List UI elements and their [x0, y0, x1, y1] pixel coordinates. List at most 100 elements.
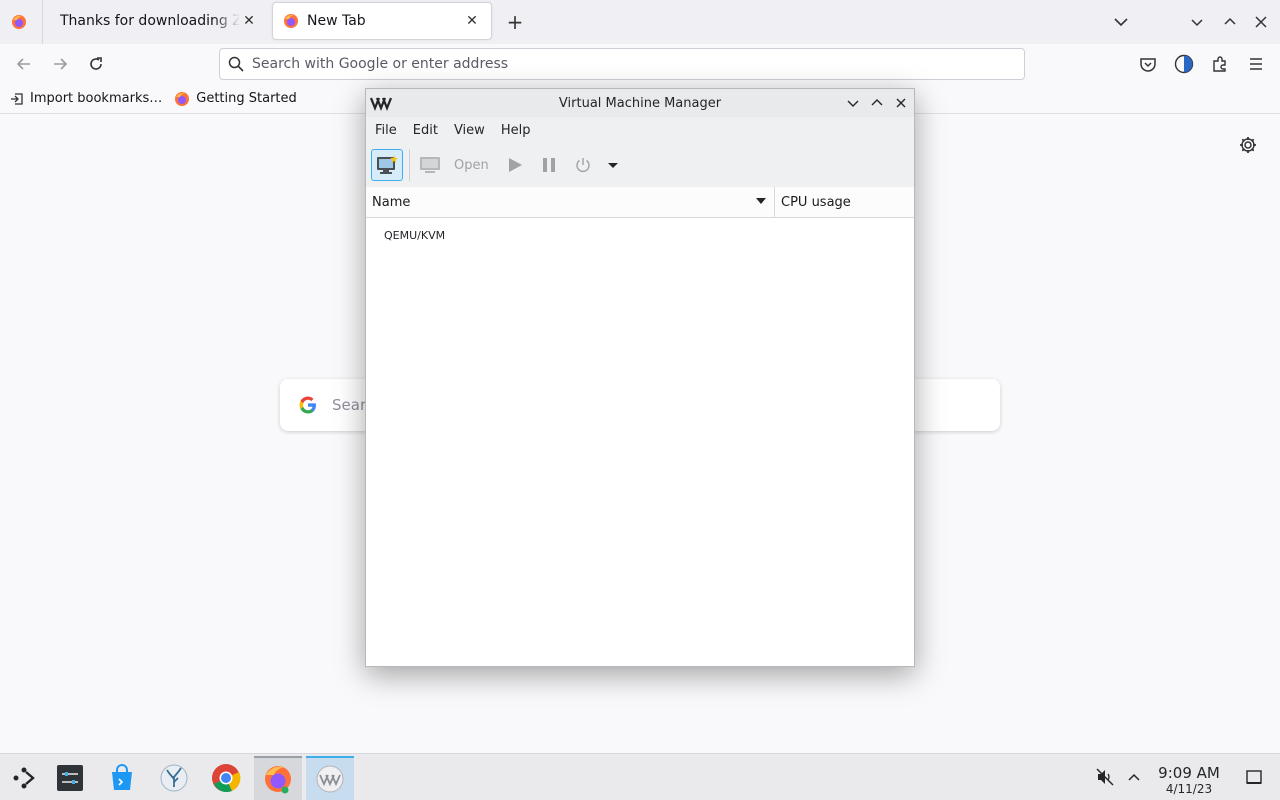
taskbar-chrome[interactable] — [202, 756, 250, 800]
chevron-down-icon — [1191, 19, 1203, 27]
vmm-app-icon — [316, 765, 344, 793]
close-icon — [896, 98, 906, 108]
taskbar-app-coral[interactable] — [150, 756, 198, 800]
vmm-toolbar: Open — [366, 143, 914, 187]
customize-button[interactable] — [1238, 135, 1260, 157]
new-vm-icon — [377, 155, 398, 174]
pause-vm-button[interactable] — [535, 149, 563, 181]
forward-button[interactable] — [48, 52, 72, 76]
tab-title: Thanks for downloading Zoom — [60, 13, 240, 29]
gear-icon — [1240, 137, 1256, 153]
tray-expand-button[interactable] — [1123, 766, 1145, 788]
close-icon — [1255, 16, 1267, 28]
column-cpu-label: CPU usage — [781, 194, 851, 210]
run-vm-button[interactable] — [501, 149, 529, 181]
menu-view[interactable]: View — [449, 123, 490, 138]
address-bar[interactable] — [219, 48, 1025, 80]
power-icon — [576, 158, 590, 172]
vm-list-header: Name CPU usage — [366, 187, 914, 218]
menu-file[interactable]: File — [370, 123, 402, 138]
toolbar-separator — [409, 149, 410, 181]
extensions-button[interactable] — [1208, 52, 1232, 76]
pause-icon — [542, 158, 555, 172]
application-launcher[interactable] — [0, 756, 48, 800]
volume-muted-button[interactable] — [1094, 766, 1116, 788]
firefox-view-button[interactable] — [8, 11, 30, 33]
vmm-close-button[interactable] — [892, 94, 910, 112]
tab-zoom-download[interactable]: Thanks for downloading Zoom ✕ — [42, 2, 268, 40]
connection-label: QEMU/KVM — [384, 228, 446, 242]
pocket-icon — [1140, 58, 1156, 72]
firefox-icon — [284, 14, 298, 28]
connection-row[interactable]: QEMU/KVM — [366, 226, 914, 244]
caret-down-icon — [607, 163, 618, 168]
address-input[interactable] — [252, 56, 1024, 72]
taskbar-discover[interactable] — [98, 756, 146, 800]
taskbar-virt-manager[interactable] — [306, 756, 354, 800]
vmm-minimize-button[interactable] — [844, 94, 862, 112]
firefox-icon — [12, 15, 26, 29]
puzzle-icon — [1213, 56, 1226, 72]
chevron-up-icon — [1128, 773, 1140, 781]
vmm-window: Virtual Machine Manager File Edit View H… — [365, 88, 915, 667]
tab-close-button[interactable]: ✕ — [240, 13, 258, 29]
account-button[interactable] — [1172, 52, 1196, 76]
shutdown-vm-button[interactable] — [569, 149, 597, 181]
close-window-button[interactable] — [1250, 11, 1272, 33]
menu-edit[interactable]: Edit — [408, 123, 443, 138]
settings-app-icon — [57, 765, 83, 791]
launcher-icon — [13, 767, 35, 789]
open-vm-label[interactable]: Open — [454, 158, 489, 173]
reload-button[interactable] — [84, 52, 108, 76]
show-desktop-button[interactable] — [1243, 766, 1265, 788]
taskbar-system-settings[interactable] — [46, 756, 94, 800]
store-bag-icon — [112, 764, 132, 790]
clock-date: 4/11/23 — [1165, 782, 1213, 796]
google-search-placeholder: Sear — [332, 396, 367, 414]
firefox-icon — [265, 766, 291, 794]
vmm-maximize-button[interactable] — [868, 94, 886, 112]
coral-app-icon — [160, 764, 188, 792]
chevron-down-icon — [1114, 18, 1128, 27]
chevron-up-icon — [1224, 17, 1236, 25]
app-menu-button[interactable] — [1244, 52, 1268, 76]
bookmark-import[interactable]: Import bookmarks… — [10, 91, 162, 106]
taskbar: 9:09 AM 4/11/23 — [0, 753, 1280, 800]
open-vm-button[interactable] — [416, 149, 444, 181]
sort-desc-icon — [756, 198, 766, 204]
chevron-down-icon — [847, 100, 859, 107]
import-icon — [11, 92, 23, 105]
pocket-button[interactable] — [1136, 52, 1160, 76]
new-vm-button[interactable] — [371, 149, 403, 181]
bookmark-getting-started[interactable]: Getting Started — [174, 91, 297, 107]
vmm-window-title: Virtual Machine Manager — [558, 95, 722, 111]
chrome-icon — [212, 764, 241, 793]
minimize-button[interactable] — [1186, 11, 1208, 33]
monitor-icon — [420, 157, 440, 173]
vmm-logo-icon — [370, 97, 392, 111]
taskbar-firefox[interactable] — [254, 756, 302, 800]
arrow-left-icon — [16, 58, 30, 70]
column-name-label: Name — [372, 194, 411, 210]
menu-help[interactable]: Help — [496, 123, 536, 138]
vmm-menubar: File Edit View Help — [366, 117, 914, 143]
new-tab-button[interactable]: + — [502, 9, 528, 35]
shutdown-menu-button[interactable] — [603, 149, 623, 181]
maximize-button[interactable] — [1219, 11, 1241, 33]
tab-title: New Tab — [307, 13, 366, 29]
column-header-cpu[interactable]: CPU usage — [775, 187, 914, 217]
reload-icon — [90, 57, 102, 70]
bookmark-label: Getting Started — [196, 91, 297, 106]
tab-new-tab[interactable]: New Tab ✕ — [272, 2, 492, 40]
back-button[interactable] — [12, 52, 36, 76]
hamburger-icon — [1250, 58, 1262, 70]
tab-close-button[interactable]: ✕ — [463, 13, 481, 29]
chevron-up-icon — [871, 99, 883, 106]
firefox-icon — [175, 91, 190, 106]
digital-clock[interactable]: 9:09 AM 4/11/23 — [1150, 764, 1228, 796]
column-header-name[interactable]: Name — [366, 187, 775, 217]
arrow-right-icon — [54, 58, 68, 70]
search-icon — [228, 56, 244, 72]
list-all-tabs-button[interactable] — [1110, 11, 1132, 33]
vmm-titlebar[interactable]: Virtual Machine Manager — [366, 89, 914, 117]
